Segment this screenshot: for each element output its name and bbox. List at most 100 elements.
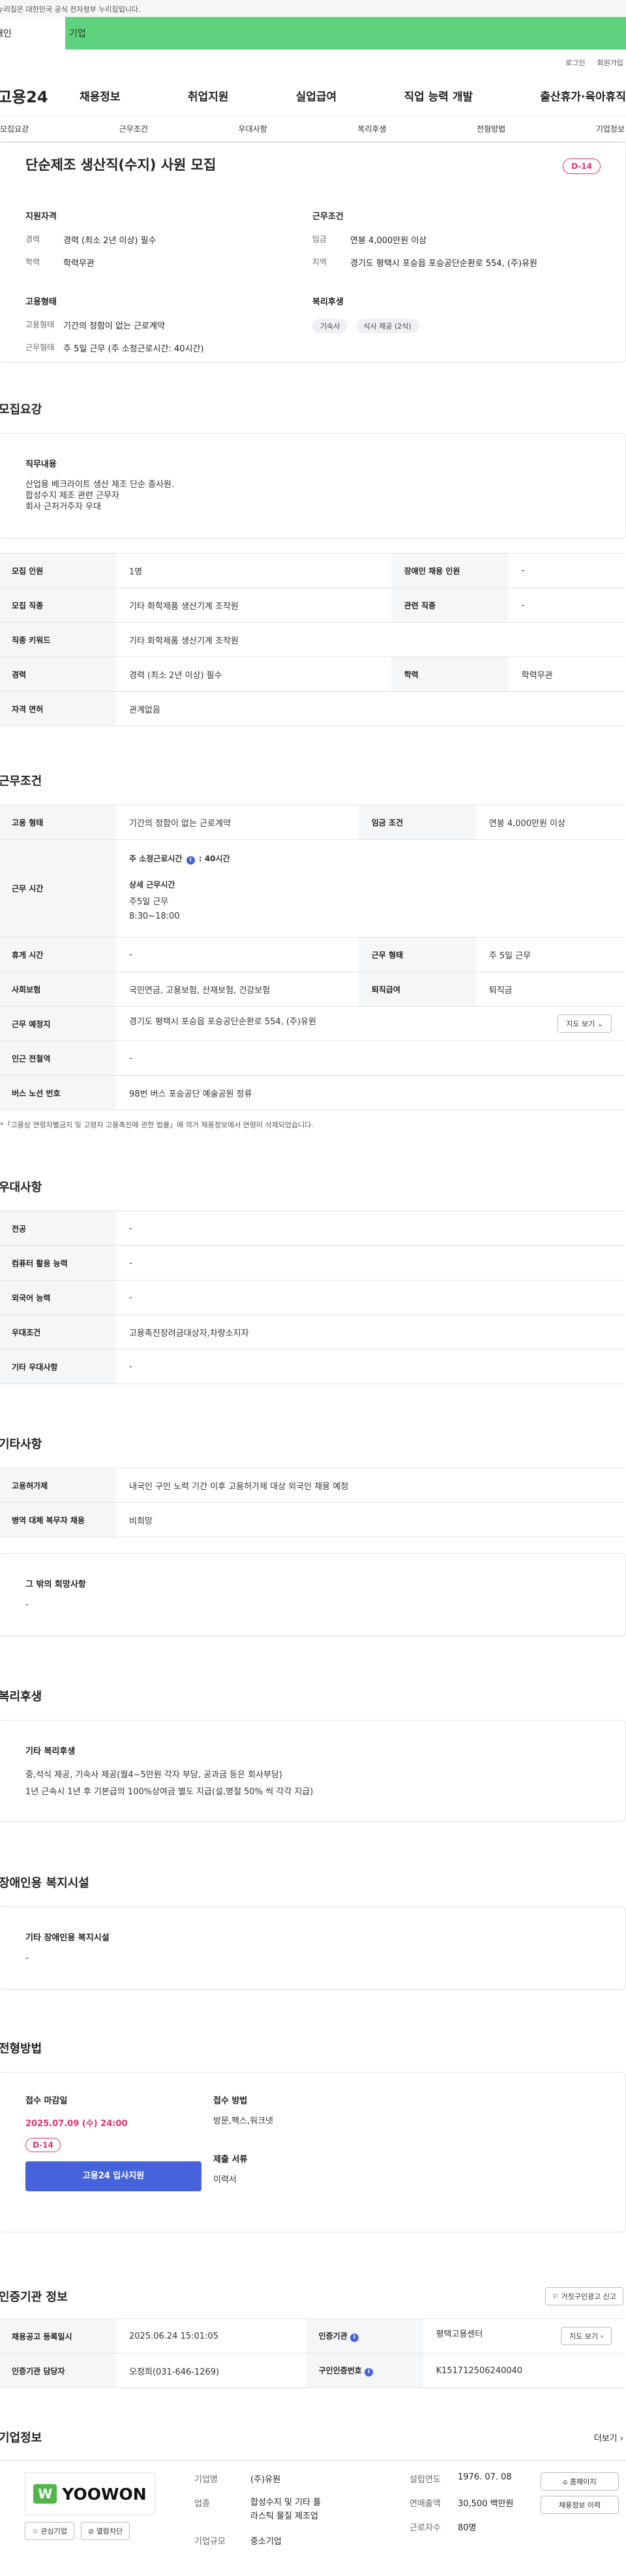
info-icon[interactable]: i (350, 2333, 359, 2342)
anchor-tab-welfare[interactable]: 복리후생 (357, 123, 386, 134)
welfare-chip: 기숙사 (312, 319, 348, 333)
company-biz-value: 합성수지 및 기타 플라스틱 물질 제조업 (250, 2498, 321, 2521)
table-row: 외국어 능력 - (0, 1280, 625, 1315)
site-logo[interactable]: 고용24 (0, 84, 80, 107)
row-value: 평택고용센터 지도 보기 › (423, 2318, 625, 2354)
row-value: 기타 화학제품 생산기계 조작원 (116, 587, 391, 623)
block-button[interactable]: ⊘ 열람차단 (81, 2522, 130, 2540)
map-button[interactable]: 지도 보기 ⌄ (558, 1014, 612, 1033)
age-note: *「고용상 연령차별금지 및 고령자 고용촉진에 관한 법률」에 의거 채용정보… (0, 1121, 314, 1129)
company-size-label: 기업규모 (194, 2536, 226, 2547)
row-value: - (116, 937, 359, 972)
anchor-tab-recruit[interactable]: 모집요강 (0, 123, 29, 134)
gnb-item-support[interactable]: 취업지원 (188, 87, 229, 104)
anchor-tab-conditions[interactable]: 근무조건 (119, 123, 148, 134)
welfare-line: 1년 근속시 1년 후 기본급의 100%상여금 별도 지급(설,명절 50% … (25, 1787, 314, 1797)
block-label: 열람차단 (96, 2527, 123, 2536)
row-label: 학력 (391, 657, 509, 692)
anchor-tab-preference[interactable]: 우대사항 (239, 123, 267, 134)
favorite-label: 관심기업 (40, 2527, 67, 2536)
other-wishes-box: 그 밖의 희망사항 - (0, 1553, 626, 1636)
etc-table: 고용허가제 내국인 구인 노력 기간 이후 고용허가제 대상 외국인 채용 예정 … (0, 1468, 625, 1537)
company-biz-label: 업종 (194, 2499, 210, 2509)
row-value: 학력무관 (508, 657, 625, 692)
tab-personal[interactable]: 개인 (0, 17, 65, 50)
row-label: 근무 예정지 (0, 1006, 116, 1041)
row-value: - (116, 1041, 625, 1076)
map-button-label: 지도 보기 (569, 2332, 599, 2341)
anchor-tab-company[interactable]: 기업정보 (596, 123, 625, 134)
table-row: 자격 면허 관계없음 (0, 691, 625, 726)
career-label: 경력 (25, 235, 40, 244)
home-icon: ⌂ (563, 2478, 568, 2486)
row-label: 직종 키워드 (0, 622, 116, 657)
anchor-tab-selection[interactable]: 전형방법 (477, 123, 505, 134)
section-title-selection: 전형방법 (0, 2042, 42, 2056)
favorite-button[interactable]: ☆ 관심기업 (25, 2522, 74, 2540)
table-row: 사회보험 국민연금, 고용보험, 산재보험, 건강보험 퇴직급여 퇴직금 (0, 971, 625, 1007)
table-row: 휴게 시간 - 근무 형태 주 5일 근무 (0, 937, 625, 972)
company-name-value: (주)유원 (250, 2475, 281, 2485)
report-button-label: 거짓구인광고 신고 (561, 2292, 616, 2301)
gnb-item-benefit[interactable]: 실업급여 (296, 87, 337, 104)
company-logo-area: W YOOWON ☆ 관심기업 ⊘ 열람차단 (0, 2472, 194, 2576)
row-label: 버스 노선 번호 (0, 1075, 116, 1110)
apply-button[interactable]: 고용24 입사지원 (25, 2161, 201, 2191)
disability-value: - (25, 1953, 29, 1963)
cert-org-label: 인증기관 (318, 2332, 348, 2341)
section-title-preference: 우대사항 (0, 1181, 42, 1194)
section-title-cert: 인증기관 정보 (0, 2290, 68, 2304)
gnb-item-jobs[interactable]: 채용정보 (80, 87, 121, 104)
row-value: - (508, 587, 625, 623)
welfare-line: 중,석식 제공, 기숙사 제공(월4~5만원 각자 부담, 공과금 등은 회사부… (25, 1770, 282, 1780)
area-label: 지역 (312, 258, 327, 267)
edu-value: 학력무관 (63, 259, 95, 269)
row-label: 근무 시간 (0, 839, 116, 938)
company-more-link[interactable]: 더보기 › (594, 2431, 623, 2444)
row-value: K151712506240040 (423, 2353, 625, 2388)
gnb-item-training[interactable]: 직업 능력 개발 (404, 87, 473, 104)
block-icon: ⊘ (88, 2527, 95, 2536)
table-row: 병역 대체 복무자 채용 비희망 (0, 1502, 625, 1537)
docs-heading: 제출 서류 (213, 2154, 248, 2165)
report-button[interactable]: ⚐ 거짓구인광고 신고 (545, 2287, 623, 2305)
emp-value: 기간의 정함이 없는 근로계약 (63, 321, 165, 331)
form-value: 주 5일 근무 (주 소정근로시간: 40시간) (63, 344, 204, 354)
row-label: 모집 직종 (0, 587, 116, 623)
row-value: 퇴직금 (475, 971, 625, 1007)
row-label: 고용허가제 (0, 1468, 116, 1503)
selection-left: 접수 마감일 2025.07.09 (수) 24:00 D-14 고용24 입사… (25, 2094, 211, 2208)
homepage-button[interactable]: ⌂ 홈페이지 (541, 2472, 619, 2491)
method-value: 방문,팩스,워크넷 (213, 2116, 273, 2126)
welfare-box-heading: 기타 복리후생 (25, 1747, 76, 1756)
row-value: - (116, 1211, 625, 1246)
cert-map-button[interactable]: 지도 보기 › (561, 2327, 612, 2345)
row-value: 경력 (최소 2년 이상) 필수 (116, 657, 391, 692)
join-link[interactable]: 회원가입 (597, 57, 623, 68)
summary-left: 지원자격 경력 경력 (최소 2년 이상) 필수 학력 학력무관 고용형태 고용형태… (25, 209, 312, 364)
selection-box: 접수 마감일 2025.07.09 (수) 24:00 D-14 고용24 입사… (0, 2072, 626, 2232)
row-label: 모집 인원 (0, 553, 116, 588)
row-value: - (116, 1280, 625, 1315)
row-label: 컴퓨터 활용 능력 (0, 1245, 116, 1281)
table-row: 우대조건 고용촉진장려금대상자,차량소지자 (0, 1314, 625, 1350)
hours-week: 주 소정근로시간 i : 40시간 (129, 853, 230, 865)
info-icon[interactable]: i (365, 2368, 374, 2376)
company-sales-value: 30,500 백만원 (458, 2499, 514, 2509)
section-title-conditions: 근무조건 (0, 775, 42, 788)
row-label: 외국어 능력 (0, 1280, 116, 1315)
table-row: 근무 시간 주 소정근로시간 i : 40시간 상세 근무시간 주5일 근무 8… (0, 839, 625, 938)
company-staff-label: 근로자수 (410, 2523, 441, 2533)
history-button[interactable]: 채용정보 이력 (541, 2496, 619, 2514)
row-label: 경력 (0, 657, 116, 692)
form-label: 근무형태 (25, 343, 55, 352)
info-icon[interactable]: i (186, 855, 195, 865)
disability-box-heading: 기타 장애인용 복지시설 (25, 1933, 110, 1943)
row-label: 임금 조건 (358, 805, 476, 840)
gnb-item-leave[interactable]: 출산휴가·육아휴직 (540, 87, 626, 104)
place-cell: 경기도 평택시 포승읍 포승공단순환로 554, (주)유원 지도 보기 ⌄ (116, 1006, 625, 1041)
job-desc-box: 직무내용 산업용 베크라이트 생산 제조 단순 종사원. 합성수지 제조 관련 … (0, 433, 626, 539)
tab-corp[interactable]: 기업 (65, 17, 626, 50)
company-card: W YOOWON ☆ 관심기업 ⊘ 열람차단 기업명 (주)유원 업종 합성수지 및… (0, 2460, 626, 2576)
login-link[interactable]: 로그인 (565, 57, 585, 68)
